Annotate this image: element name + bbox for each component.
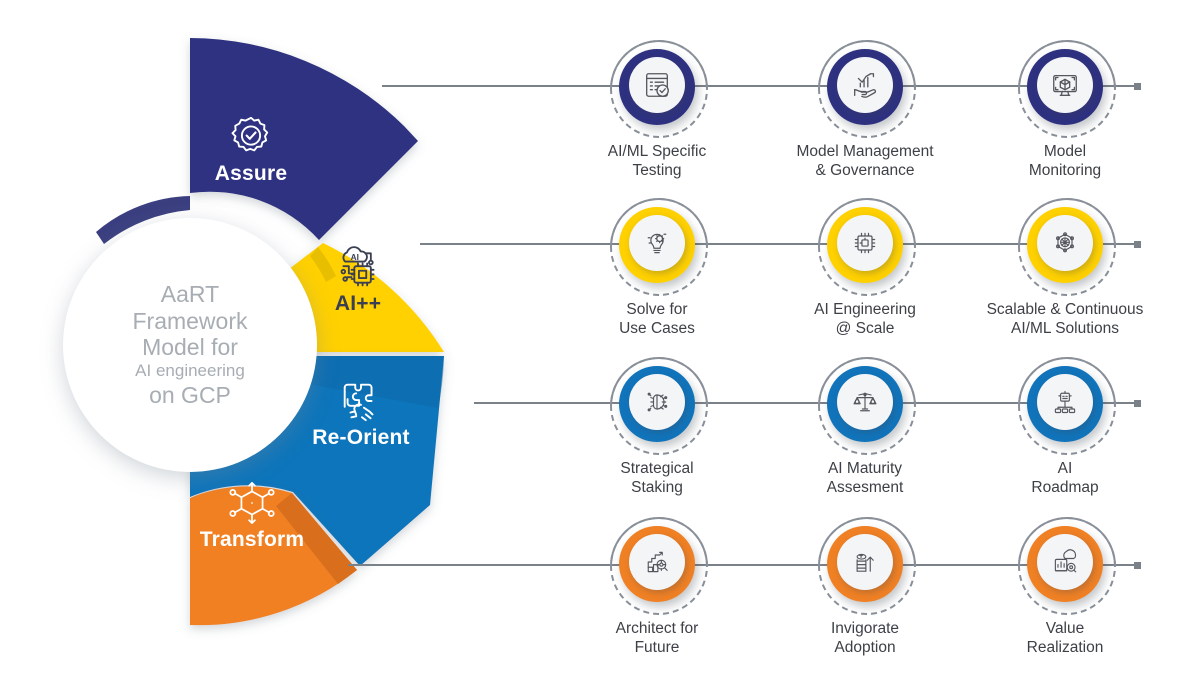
blueprint-gear-icon [647, 551, 668, 573]
node-ring [818, 517, 916, 615]
node-ring [1018, 40, 1116, 138]
icon-disc [837, 57, 893, 113]
node-label: AI Maturity Assesment [826, 460, 904, 496]
node-ring [1018, 357, 1116, 455]
node-label: AI/ML Specific Testing [607, 143, 707, 179]
icon-disc [1037, 215, 1093, 271]
icon-disc [629, 57, 685, 113]
icon-disc [629, 215, 685, 271]
robot-hierarchy-icon [1054, 390, 1076, 414]
node-invigorate-adoption[interactable]: Invigorate Adoption [795, 517, 935, 658]
node-strategical-staking[interactable]: Strategical Staking [601, 357, 713, 498]
node-ring [610, 357, 708, 455]
node-label: AI Roadmap [1031, 460, 1099, 496]
icon-disc [837, 215, 893, 271]
node-ai-engineering-at-scale[interactable]: AI Engineering @ Scale [795, 198, 935, 339]
node-label: Solve for Use Cases [619, 301, 695, 337]
node-ring [1018, 517, 1116, 615]
node-label: Architect for Future [615, 620, 699, 656]
node-ai-roadmap[interactable]: AI Roadmap [1009, 357, 1121, 498]
node-label: Invigorate Adoption [830, 620, 900, 656]
node-label: Model Monitoring [1028, 143, 1102, 179]
node-label: Strategical Staking [620, 460, 694, 496]
center-line-2: Framework [132, 307, 248, 334]
center-hub: AaRT Framework Model for AI engineering … [63, 218, 317, 472]
icon-disc [1037, 374, 1093, 430]
node-label: AI Engineering @ Scale [814, 301, 916, 337]
center-line-5: on GCP [149, 381, 231, 408]
node-value-realization[interactable]: Value Realization [1009, 517, 1121, 658]
node-ring [610, 517, 708, 615]
balance-scale-icon [853, 392, 877, 412]
node-architect-for-future[interactable]: Architect for Future [601, 517, 713, 658]
aart-framework-fan: AaRT Framework Model for AI engineering … [0, 0, 520, 690]
line-end-dot [1134, 83, 1141, 90]
diagram-canvas: AaRT Framework Model for AI engineering … [0, 0, 1200, 690]
line-end-dot [1134, 562, 1141, 569]
node-solve-for-use-cases[interactable]: Solve for Use Cases [601, 198, 713, 339]
node-ring [818, 357, 916, 455]
node-ai-maturity-assessment[interactable]: AI Maturity Assesment [795, 357, 935, 498]
hand-growth-chart-icon [854, 73, 877, 98]
icon-disc [1037, 534, 1093, 590]
node-ring [818, 40, 916, 138]
lightbulb-gear-icon [647, 233, 667, 254]
icon-disc [629, 534, 685, 590]
node-label: Scalable & Continuous AI/ML Solutions [986, 301, 1144, 337]
node-scalable-continuous-solutions[interactable]: Scalable & Continuous AI/ML Solutions [973, 198, 1157, 339]
checklist-icon [646, 73, 669, 97]
icon-disc [1037, 57, 1093, 113]
cloud-analytics-icon [1054, 549, 1077, 573]
node-ring [1018, 198, 1116, 296]
gear-brain-icon [647, 392, 668, 412]
coins-arrow-icon [856, 553, 874, 572]
node-label: Model Management & Governance [796, 143, 934, 179]
center-line-1: AaRT [160, 280, 220, 307]
line-end-dot [1134, 400, 1141, 407]
node-label: Value Realization [1026, 620, 1104, 656]
network-sphere-icon [1056, 232, 1074, 253]
node-ring [610, 40, 708, 138]
node-model-monitoring[interactable]: Model Monitoring [1009, 40, 1121, 181]
node-ai-ml-specific-testing[interactable]: AI/ML Specific Testing [601, 40, 713, 181]
node-model-management-governance[interactable]: Model Management & Governance [775, 40, 955, 181]
node-ring [818, 198, 916, 296]
icon-disc [837, 374, 893, 430]
cpu-chip-icon [854, 232, 876, 254]
icon-disc [837, 534, 893, 590]
icon-disc [629, 374, 685, 430]
node-ring [610, 198, 708, 296]
center-line-4: AI engineering [135, 361, 245, 381]
monitor-cube-icon [1053, 74, 1077, 96]
center-line-3: Model for [142, 334, 238, 361]
